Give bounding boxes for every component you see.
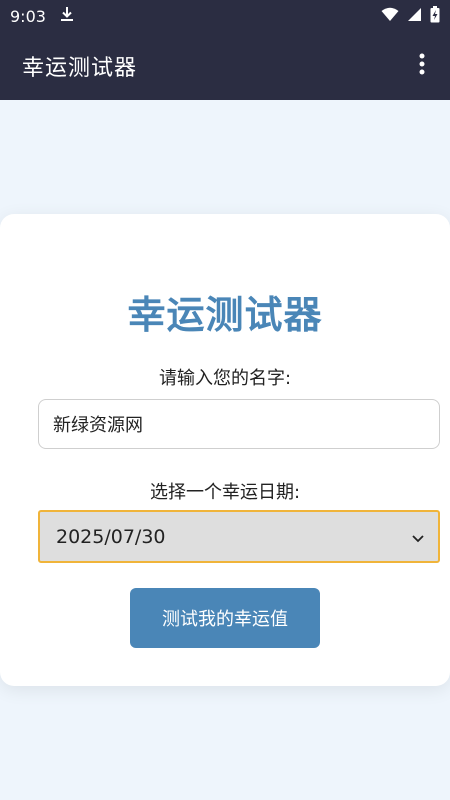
chevron-down-icon	[412, 526, 424, 548]
lucky-card: 幸运测试器 请输入您的名字: 选择一个幸运日期: 2025/07/30 测试我的…	[0, 214, 450, 686]
more-options-button[interactable]	[410, 46, 434, 86]
battery-charging-icon	[430, 5, 440, 27]
status-left: 9:03	[10, 6, 74, 26]
status-right	[381, 5, 440, 27]
name-label: 请输入您的名字:	[158, 368, 292, 389]
date-select-value: 2025/07/30	[56, 525, 166, 548]
more-vert-icon	[419, 53, 425, 79]
status-time: 9:03	[10, 6, 46, 26]
app-title: 幸运测试器	[22, 56, 138, 81]
date-select[interactable]: 2025/07/30	[38, 510, 440, 563]
signal-icon	[407, 7, 422, 26]
wifi-icon	[381, 7, 399, 26]
card-title: 幸运测试器	[127, 293, 323, 337]
date-label: 选择一个幸运日期:	[149, 482, 301, 503]
status-bar: 9:03	[0, 0, 450, 32]
app-bar: 幸运测试器	[0, 32, 450, 100]
test-luck-button[interactable]: 测试我的幸运值	[130, 588, 320, 648]
download-icon	[60, 6, 74, 26]
name-input[interactable]	[38, 399, 440, 449]
